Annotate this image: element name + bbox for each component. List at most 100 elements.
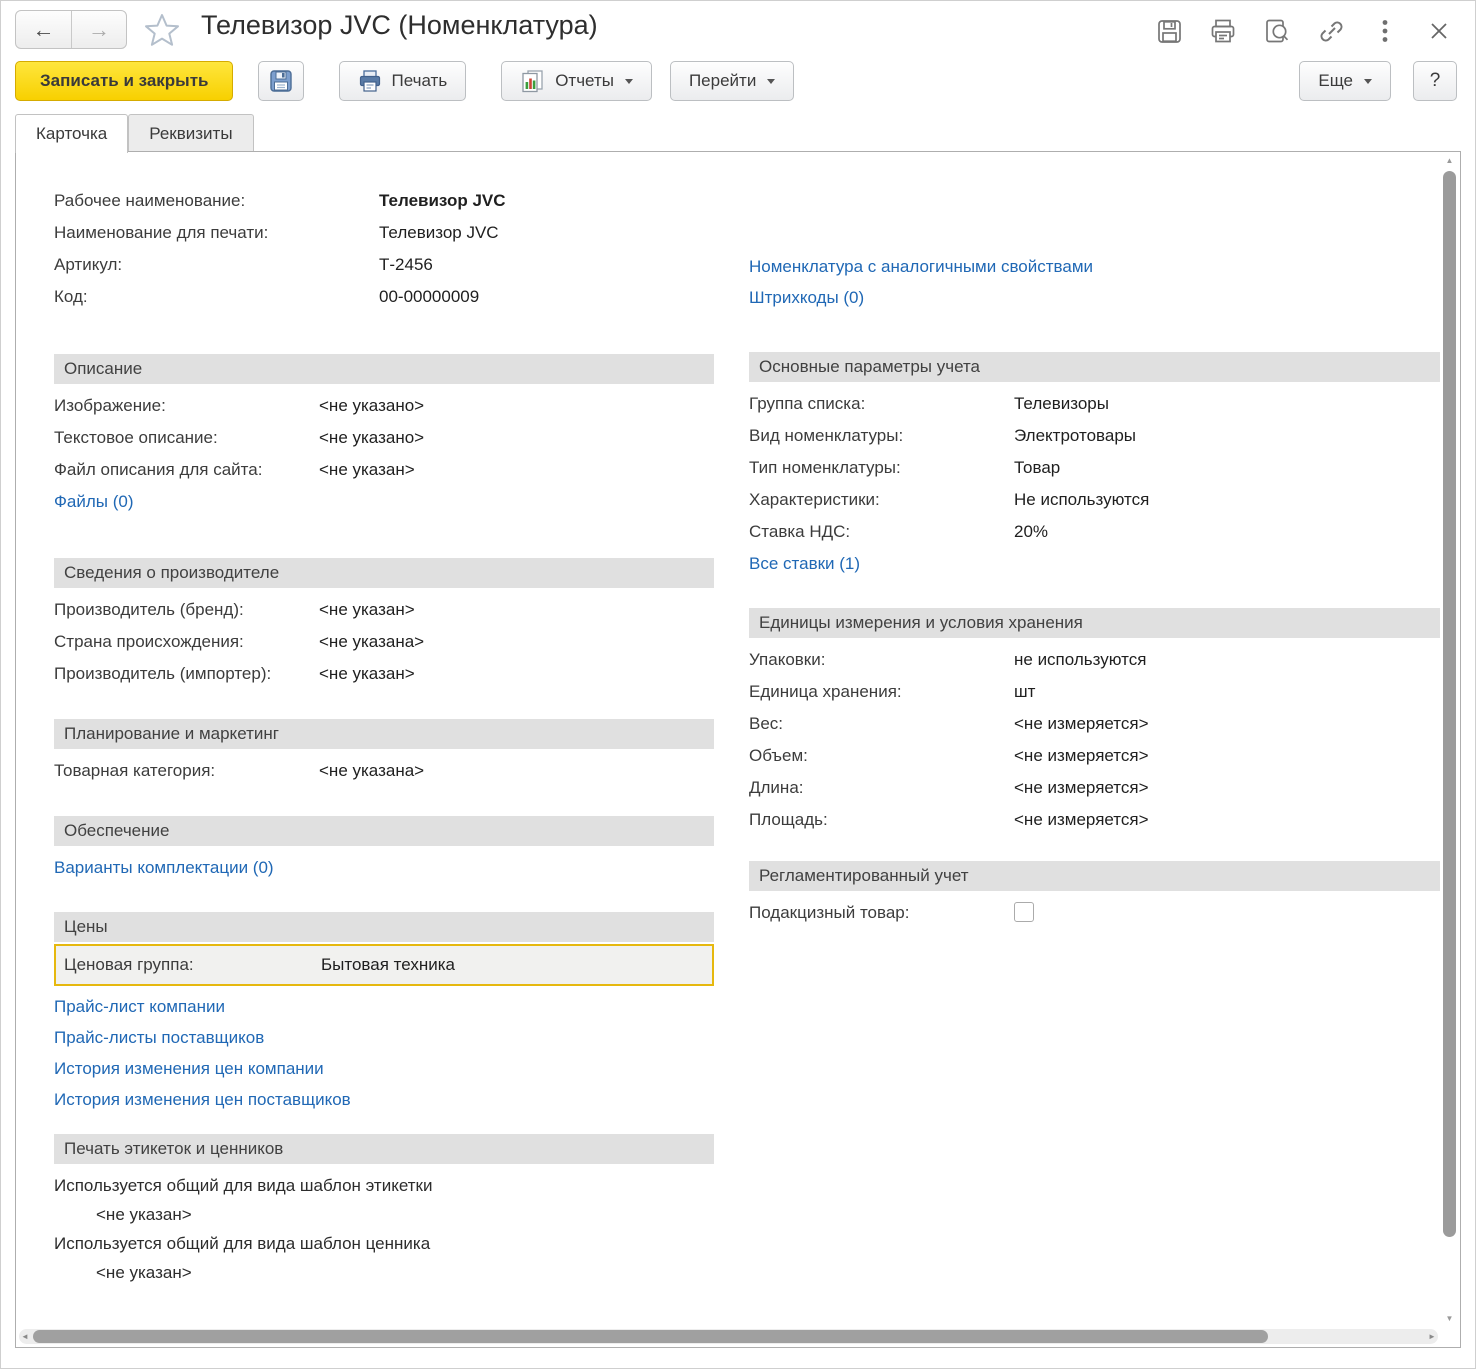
importer-value: <не указан> (319, 659, 714, 689)
price-history-suppliers-link[interactable]: История изменения цен поставщиков (54, 1085, 351, 1115)
tab-card[interactable]: Карточка (15, 114, 128, 153)
scroll-right-arrow-icon[interactable]: ► (1426, 1329, 1438, 1344)
article-label: Артикул: (54, 250, 379, 280)
field-article: Артикул: Т-2456 (54, 250, 714, 282)
nomenclature-type-label: Тип номенклатуры: (749, 453, 1014, 483)
all-rates-link[interactable]: Все ставки (1) (749, 549, 860, 579)
section-units-title: Единицы измерения и условия хранения (749, 608, 1440, 638)
section-manufacturer: Сведения о производителе Производитель (… (54, 558, 714, 691)
volume-value: <не измеряется> (1014, 741, 1440, 771)
code-label: Код: (54, 282, 379, 312)
text-description-value: <не указано> (319, 423, 714, 453)
text-description-label: Текстовое описание: (54, 423, 319, 453)
section-planning-title: Планирование и маркетинг (54, 719, 714, 749)
section-accounting-title: Основные параметры учета (749, 352, 1440, 382)
field-importer: Производитель (импортер): <не указан> (54, 659, 714, 691)
horizontal-scroll-thumb[interactable] (33, 1330, 1268, 1343)
print-icon[interactable] (1209, 17, 1237, 45)
price-group-field-highlighted[interactable]: Ценовая группа: Бытовая техника (54, 944, 714, 986)
area-label: Площадь: (749, 805, 1014, 835)
back-button[interactable]: ← (16, 11, 71, 48)
preview-icon[interactable] (1263, 17, 1291, 45)
field-area: Площадь: <не измеряется> (749, 805, 1440, 837)
field-packs: Упаковки: не используются (749, 645, 1440, 677)
brand-label: Производитель (бренд): (54, 595, 319, 625)
excise-label: Подакцизный товар: (749, 898, 1014, 928)
field-vat-rate: Ставка НДС: 20% (749, 517, 1440, 549)
favorite-star-icon[interactable] (143, 11, 181, 49)
nomenclature-kind-label: Вид номенклатуры: (749, 421, 1014, 451)
print-button[interactable]: Печать (339, 61, 466, 101)
more-button[interactable]: Еще (1299, 61, 1391, 101)
category-label: Товарная категория: (54, 756, 319, 786)
close-icon[interactable] (1425, 17, 1453, 45)
price-history-company-link[interactable]: История изменения цен компании (54, 1054, 324, 1084)
packs-value: не используются (1014, 645, 1440, 675)
field-list-group: Группа списка: Телевизоры (749, 389, 1440, 421)
left-column: Рабочее наименование: Телевизор JVC Наим… (54, 186, 714, 1327)
barcodes-link[interactable]: Штрихкоды (0) (749, 283, 864, 313)
section-prices-title: Цены (54, 912, 714, 942)
forward-button[interactable]: → (71, 11, 126, 48)
reports-button[interactable]: Отчеты (501, 61, 652, 101)
field-brand: Производитель (бренд): <не указан> (54, 595, 714, 627)
volume-label: Объем: (749, 741, 1014, 771)
save-button[interactable] (258, 61, 304, 101)
price-lists-suppliers-link[interactable]: Прайс-листы поставщиков (54, 1023, 264, 1053)
toolbar: Записать и закрыть (1, 59, 1475, 107)
pricetag-template-caption: Используется общий для вида шаблон ценни… (54, 1229, 714, 1258)
save-and-close-button[interactable]: Записать и закрыть (15, 61, 233, 101)
length-value: <не измеряется> (1014, 773, 1440, 803)
tabs: Карточка Реквизиты (15, 113, 1461, 152)
similar-nomenclature-link[interactable]: Номенклатура с аналогичными свойствами (749, 252, 1093, 282)
field-volume: Объем: <не измеряется> (749, 741, 1440, 773)
field-code: Код: 00-00000009 (54, 282, 714, 314)
kit-variants-link[interactable]: Варианты комплектации (0) (54, 853, 274, 883)
kebab-menu-icon[interactable] (1371, 17, 1399, 45)
section-labels-printing-title: Печать этикеток и ценников (54, 1134, 714, 1164)
image-value: <не указано> (319, 391, 714, 421)
field-weight: Вес: <не измеряется> (749, 709, 1440, 741)
weight-value: <не измеряется> (1014, 709, 1440, 739)
image-label: Изображение: (54, 391, 319, 421)
field-nomenclature-type: Тип номенклатуры: Товар (749, 453, 1440, 485)
nomenclature-type-value: Товар (1014, 453, 1440, 483)
save-icon[interactable] (1155, 17, 1183, 45)
vertical-scroll-thumb[interactable] (1443, 171, 1456, 1237)
section-supply: Обеспечение Варианты комплектации (0) (54, 816, 714, 884)
packs-label: Упаковки: (749, 645, 1014, 675)
field-site-file: Файл описания для сайта: <не указан> (54, 455, 714, 487)
card-pane: Рабочее наименование: Телевизор JVC Наим… (15, 151, 1461, 1348)
tab-requisites[interactable]: Реквизиты (128, 114, 253, 152)
site-file-value: <не указан> (319, 455, 714, 485)
field-storage-unit: Единица хранения: шт (749, 677, 1440, 709)
working-name-value: Телевизор JVC (379, 186, 714, 216)
label-template-value[interactable]: <не указан> (54, 1200, 714, 1229)
section-prices: Цены Ценовая группа: Бытовая техника Пра… (54, 912, 714, 1116)
field-text-description: Текстовое описание: <не указано> (54, 423, 714, 455)
section-regulated: Регламентированный учет Подакцизный това… (749, 861, 1440, 932)
vertical-scrollbar[interactable]: ▲ ▼ (1442, 155, 1457, 1325)
horizontal-scrollbar[interactable]: ◄ ► (19, 1329, 1438, 1344)
category-value: <не указана> (319, 756, 714, 786)
scroll-left-arrow-icon[interactable]: ◄ (19, 1329, 31, 1344)
more-caret-icon (1364, 79, 1372, 84)
vat-rate-label: Ставка НДС: (749, 517, 1014, 547)
files-link[interactable]: Файлы (0) (54, 487, 134, 517)
goto-caret-icon (767, 79, 775, 84)
titlebar: ← → Телевизор JVC (Номенклатура) (1, 1, 1475, 57)
print-name-value: Телевизор JVC (379, 218, 714, 248)
section-labels-printing: Печать этикеток и ценников Используется … (54, 1134, 714, 1287)
excise-checkbox[interactable] (1014, 902, 1034, 922)
goto-button[interactable]: Перейти (670, 61, 794, 101)
pricetag-template-value[interactable]: <не указан> (54, 1258, 714, 1287)
price-list-company-link[interactable]: Прайс-лист компании (54, 992, 225, 1022)
print-button-label: Печать (391, 71, 447, 91)
country-value: <не указана> (319, 627, 714, 657)
characteristics-value: Не используются (1014, 485, 1440, 515)
scroll-down-arrow-icon[interactable]: ▼ (1442, 1313, 1457, 1325)
help-button[interactable]: ? (1413, 61, 1457, 101)
scroll-up-arrow-icon[interactable]: ▲ (1442, 155, 1457, 167)
link-icon[interactable] (1317, 17, 1345, 45)
article-value: Т-2456 (379, 250, 714, 280)
